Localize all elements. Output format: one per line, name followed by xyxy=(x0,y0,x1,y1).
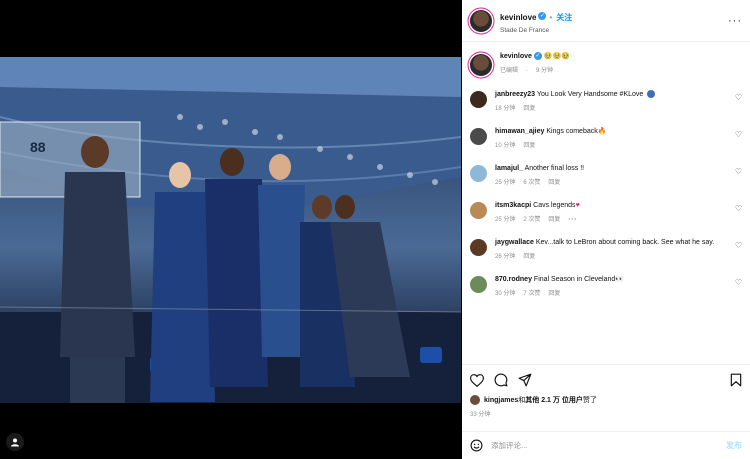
post-location[interactable]: Stade De France xyxy=(500,27,728,34)
comment-username[interactable]: lamajul_ xyxy=(495,165,523,172)
post-actions: kingjames 和 其他 2.1 万 位用户 赞了 33 分钟 xyxy=(462,364,750,422)
comment-username[interactable]: itsm3kacpi xyxy=(495,202,531,209)
comment-item: jaygwallace Kev...talk to LeBron about c… xyxy=(470,238,742,262)
caption-avatar[interactable] xyxy=(470,54,492,76)
likes-conjunction: 和 xyxy=(518,397,526,404)
comment-bubble-icon[interactable] xyxy=(494,373,508,387)
bookmark-save-icon[interactable] xyxy=(730,373,742,387)
svg-text:88: 88 xyxy=(30,139,46,155)
caption-status: 已编辑 xyxy=(500,68,519,74)
post-details-panel: kevinlove ✓ • 关注 Stade De France ··· kevinl… xyxy=(462,0,750,459)
post-photo[interactable]: 88 xyxy=(0,57,461,403)
likes-count[interactable]: 其他 2.1 万 位用户 xyxy=(525,395,583,405)
likes-summary[interactable]: kingjames 和 其他 2.1 万 位用户 赞了 xyxy=(470,395,742,405)
comment-avatar[interactable] xyxy=(470,276,487,293)
comment-item: 870.rodney Final Season in Cleveland👀 30… xyxy=(470,275,742,299)
comment-likes[interactable]: 6 次赞 xyxy=(523,180,540,186)
liker-avatar xyxy=(470,395,480,405)
reply-button[interactable]: 回复 xyxy=(523,106,535,112)
user-icon xyxy=(11,438,19,447)
comment-avatar[interactable] xyxy=(470,91,487,108)
comment-more-icon[interactable]: ··· xyxy=(568,217,577,223)
blue-heart-icon xyxy=(647,90,656,99)
comment-time: 18 分钟 xyxy=(495,106,516,112)
comment-text: Kev...talk to LeBron about coming back. … xyxy=(535,239,715,246)
comment-username[interactable]: 870.rodney xyxy=(495,276,532,283)
comment-time: 30 分钟 xyxy=(495,291,516,297)
comment-avatar[interactable] xyxy=(470,128,487,145)
likes-suffix: 赞了 xyxy=(582,397,597,404)
follow-button[interactable]: 关注 xyxy=(556,13,572,22)
reply-button[interactable]: 回复 xyxy=(548,180,560,186)
avatar[interactable] xyxy=(470,9,492,32)
post-timestamp: 33 分钟 xyxy=(470,412,491,418)
comment-item: itsm3kacpi Cavs legends♥ 25 分钟 2 次赞 回复 ··· … xyxy=(470,201,742,225)
stadium-photo-illustration: 88 xyxy=(0,57,461,403)
comment-text: Final Season in Cleveland xyxy=(533,276,616,283)
reply-button[interactable]: 回复 xyxy=(523,143,535,149)
reply-button[interactable]: 回复 xyxy=(548,217,560,223)
comment-username[interactable]: himawan_ajiey xyxy=(495,128,544,135)
comment-time: 10 分钟 xyxy=(495,143,516,149)
comment-likes[interactable]: 7 次赞 xyxy=(523,291,540,297)
like-comment-heart-icon[interactable]: ♡ xyxy=(735,93,742,102)
comment-text: You Look Very Handsome #KLove xyxy=(536,91,644,98)
reply-button[interactable]: 回复 xyxy=(548,291,560,297)
caption-emoji-icon: 🥹🥹🥹 xyxy=(543,53,571,60)
comment-avatar[interactable] xyxy=(470,239,487,256)
share-send-icon[interactable] xyxy=(518,373,532,387)
comment-time: 25 分钟 xyxy=(495,180,516,186)
like-comment-heart-icon[interactable]: ♡ xyxy=(735,241,742,250)
fire-icon: 🔥 xyxy=(597,128,607,135)
caption-separator: · xyxy=(526,68,529,74)
caption-username[interactable]: kevinlove xyxy=(500,53,532,60)
comment-item: janbreezy23 You Look Very Handsome #KLov… xyxy=(470,90,742,114)
add-comment-bar: 发布 xyxy=(462,431,750,459)
comment-time: 26 分钟 xyxy=(495,254,516,260)
comment-text: Kings comeback xyxy=(546,128,598,135)
comment-time: 25 分钟 xyxy=(495,217,516,223)
like-comment-heart-icon[interactable]: ♡ xyxy=(735,204,742,213)
comment-likes[interactable]: 2 次赞 xyxy=(523,217,540,223)
comment-text: Another final loss !! xyxy=(524,165,585,172)
header-meta: kevinlove ✓ • 关注 Stade De France xyxy=(500,7,728,34)
comment-avatar[interactable] xyxy=(470,165,487,182)
like-heart-icon[interactable] xyxy=(470,373,484,387)
like-comment-heart-icon[interactable]: ♡ xyxy=(735,130,742,139)
verified-badge-icon: ✓ xyxy=(533,52,542,61)
comments-list[interactable]: kevinlove ✓ 🥹🥹🥹 已编辑 · 9 分钟 janbreezy23 You … xyxy=(462,42,750,364)
like-comment-heart-icon[interactable]: ♡ xyxy=(735,278,742,287)
tagged-users-button[interactable] xyxy=(6,433,24,451)
reply-button[interactable]: 回复 xyxy=(523,254,535,260)
comment-item: lamajul_ Another final loss !! 25 分钟 6 次赞… xyxy=(470,164,742,188)
comment-username[interactable]: janbreezy23 xyxy=(495,91,535,98)
comment-item: himawan_ajiey Kings comeback🔥 10 分钟 回复 ♡ xyxy=(470,127,742,151)
post-username[interactable]: kevinlove xyxy=(500,13,536,22)
liker-username[interactable]: kingjames xyxy=(484,397,518,404)
post-header: kevinlove ✓ • 关注 Stade De France ··· xyxy=(462,0,750,42)
comment-avatar[interactable] xyxy=(470,202,487,219)
eyes-icon: 👀 xyxy=(615,276,624,283)
post-comment-button[interactable]: 发布 xyxy=(726,440,742,451)
comment-username[interactable]: jaygwallace xyxy=(495,239,534,246)
red-heart-icon: ♥ xyxy=(575,202,580,209)
verified-badge-icon: ✓ xyxy=(538,11,547,20)
post-media: 88 xyxy=(0,0,461,459)
emoji-picker-icon[interactable] xyxy=(470,439,483,452)
separator-dot: • xyxy=(549,13,553,22)
more-options-icon[interactable]: ··· xyxy=(728,15,742,27)
caption-time: 9 分钟 xyxy=(536,68,554,74)
caption: kevinlove ✓ 🥹🥹🥹 已编辑 · 9 分钟 xyxy=(470,52,742,76)
comment-text: Cavs legends xyxy=(533,202,576,209)
like-comment-heart-icon[interactable]: ♡ xyxy=(735,167,742,176)
comment-input[interactable] xyxy=(491,441,726,450)
